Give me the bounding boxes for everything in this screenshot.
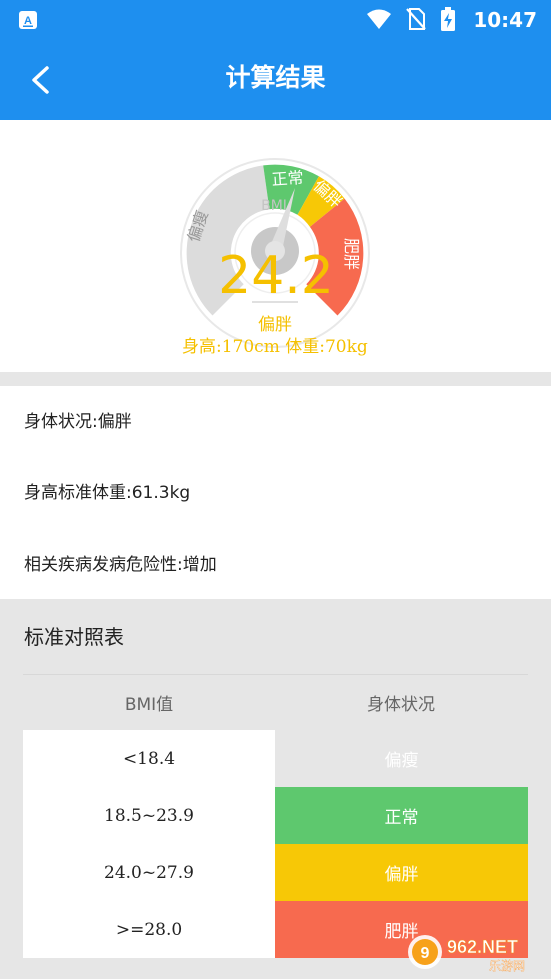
row-range: 18.5~23.9 bbox=[23, 787, 275, 844]
table-header-row: BMI值 身体状况 bbox=[23, 674, 528, 730]
bmi-gauge-card: 偏瘦 正常 偏胖 肥胖 BMI 24.2 偏胖 身高:170cm 体重:70kg bbox=[0, 120, 551, 372]
bmi-gauge: 偏瘦 正常 偏胖 肥胖 BMI 24.2 偏胖 bbox=[180, 158, 370, 348]
watermark-sub: 乐游网 bbox=[489, 959, 525, 973]
gauge-bmi-label: BMI bbox=[261, 198, 287, 214]
status-time: 10:47 bbox=[473, 8, 537, 32]
row-range: 24.0~27.9 bbox=[23, 844, 275, 901]
table-row: <18.4 偏瘦 bbox=[23, 730, 528, 787]
body-status-text: 身体状况:偏胖 bbox=[24, 412, 132, 432]
page-title: 计算结果 bbox=[225, 63, 326, 92]
row-status-overweight: 偏胖 bbox=[275, 844, 528, 901]
app-notification-icon: A bbox=[19, 11, 37, 29]
row-range: <18.4 bbox=[23, 730, 275, 787]
no-sim-icon bbox=[406, 8, 426, 30]
result-details: 身体状况:偏胖 身高标准体重:61.3kg 相关疾病发病危险性:增加 bbox=[0, 386, 551, 599]
row-status-normal: 正常 bbox=[275, 787, 528, 844]
header-bmi-value: BMI值 bbox=[124, 695, 174, 715]
table-row: 18.5~23.9 正常 bbox=[23, 787, 528, 844]
reference-table-section: 标准对照表 BMI值 身体状况 <18.4 偏瘦 18.5~23.9 正常 24… bbox=[0, 599, 551, 979]
height-weight-info: 身高:170cm 体重:70kg bbox=[182, 337, 368, 357]
gauge-label-normal: 正常 bbox=[271, 168, 304, 189]
reference-table: BMI值 身体状况 <18.4 偏瘦 18.5~23.9 正常 24.0~27.… bbox=[23, 674, 528, 958]
header-body-status: 身体状况 bbox=[367, 695, 435, 715]
standard-weight-text: 身高标准体重:61.3kg bbox=[24, 483, 191, 503]
table-row: 24.0~27.9 偏胖 bbox=[23, 844, 528, 901]
site-watermark-logo: 9 962.NET 乐游网 bbox=[408, 935, 525, 973]
watermark-brand: 962.NET bbox=[447, 937, 518, 957]
row-status-underweight: 偏瘦 bbox=[275, 730, 528, 787]
wifi-icon bbox=[367, 9, 391, 29]
svg-text:A: A bbox=[24, 15, 32, 27]
svg-text:9: 9 bbox=[421, 945, 430, 962]
battery-charging-icon bbox=[441, 7, 455, 31]
status-bar: A 10:47 bbox=[0, 0, 551, 40]
reference-table-title: 标准对照表 bbox=[24, 625, 124, 649]
disease-risk-text: 相关疾病发病危险性:增加 bbox=[24, 555, 217, 575]
gauge-label-obese: 肥胖 bbox=[342, 238, 361, 270]
row-range: >=28.0 bbox=[23, 901, 275, 958]
app-bar: 计算结果 bbox=[0, 40, 551, 120]
bmi-value: 24.2 bbox=[218, 246, 334, 306]
